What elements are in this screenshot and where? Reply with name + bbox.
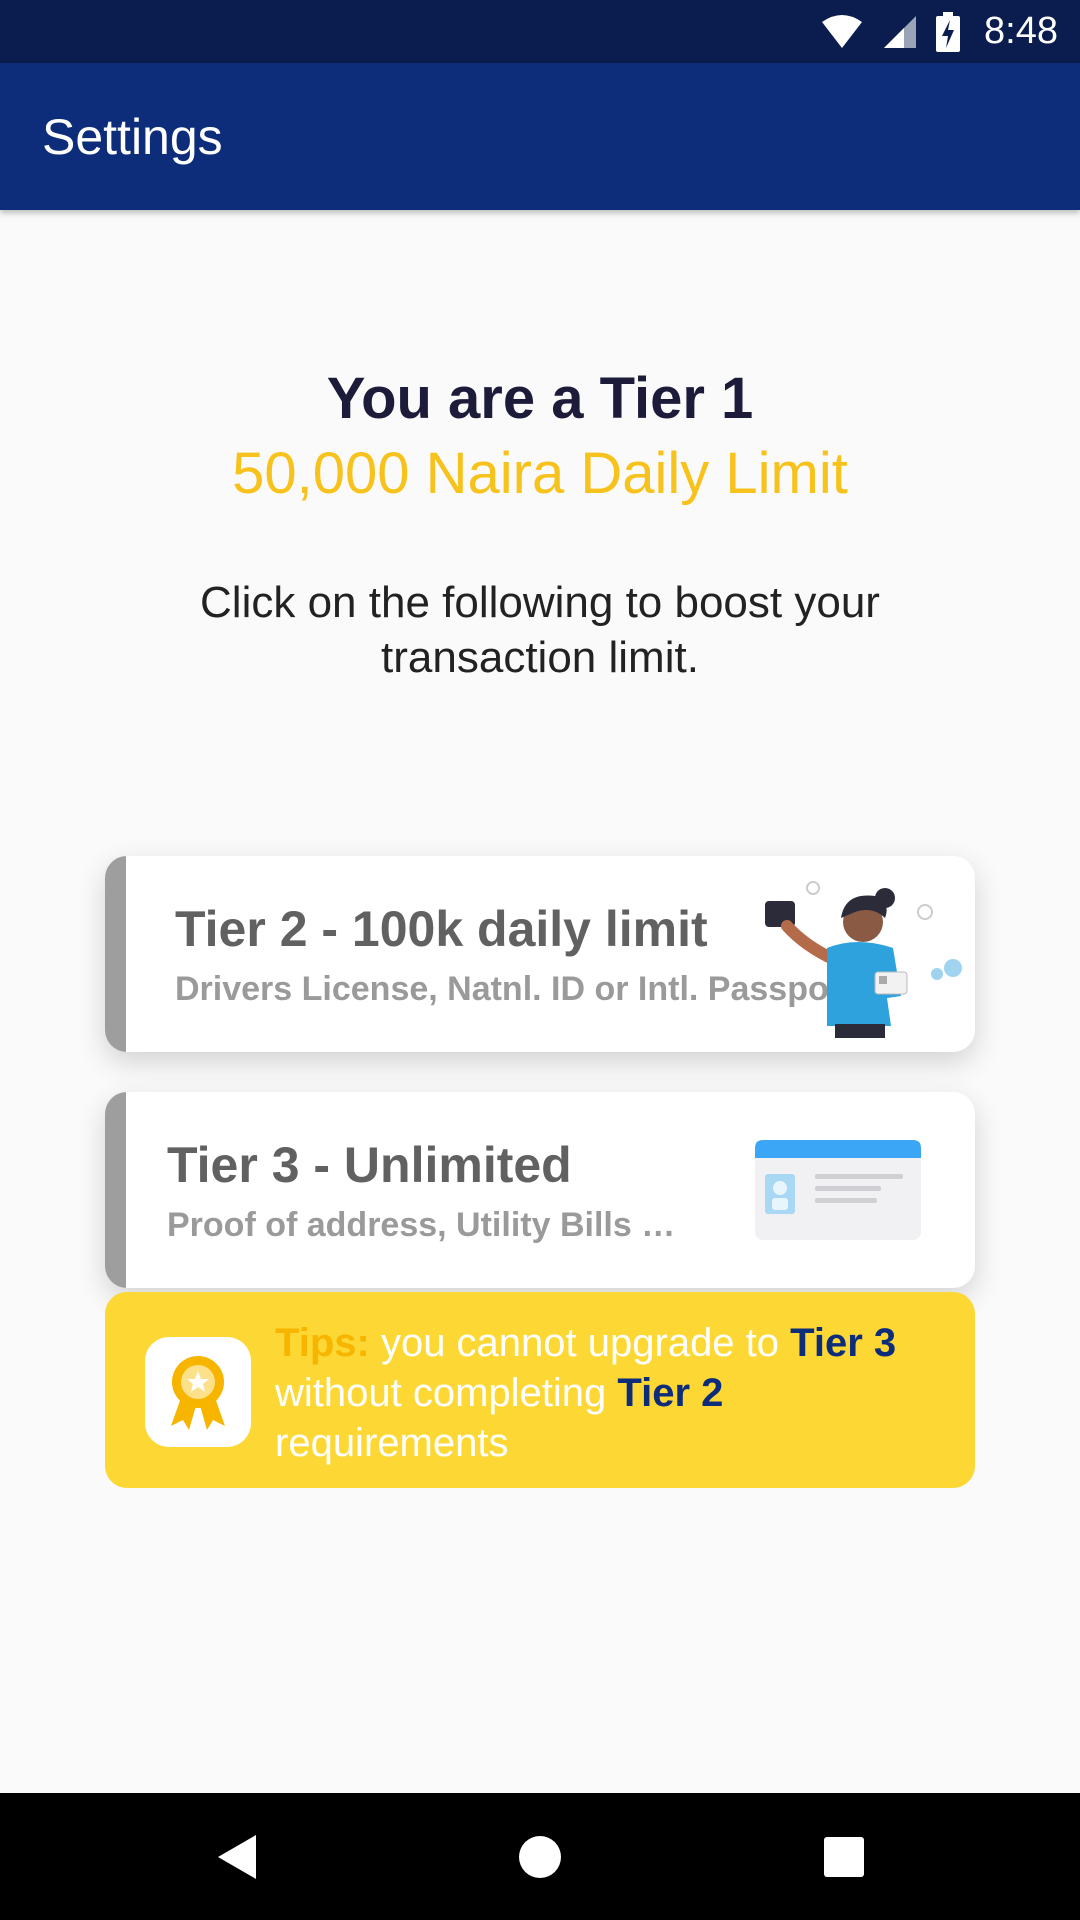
recents-icon	[824, 1836, 864, 1877]
award-ribbon-icon	[145, 1337, 251, 1447]
person-holding-id-illustration	[745, 876, 975, 1046]
status-time: 8:48	[984, 10, 1058, 52]
home-icon	[519, 1835, 561, 1878]
tier-3-title: Tier 3 - Unlimited	[167, 1137, 572, 1193]
home-button[interactable]	[470, 1793, 610, 1920]
tier-2-title: Tier 2 - 100k daily limit	[175, 901, 708, 957]
tips-text-part-3: requirements	[275, 1421, 509, 1465]
tier-2-requirements: Drivers License, Natnl. ID or Intl. Pass…	[175, 970, 829, 1008]
tier-2-card[interactable]: Tier 2 - 100k daily limit Drivers Licens…	[105, 856, 975, 1052]
system-nav-bar	[0, 1793, 1080, 1920]
daily-limit-heading: 50,000 Naira Daily Limit	[232, 441, 848, 506]
tips-text: Tips: you cannot upgrade to Tier 3 witho…	[275, 1318, 925, 1468]
page-title: Settings	[42, 108, 223, 165]
battery-charging-icon	[936, 11, 961, 52]
status-bar: 8:48	[0, 0, 1080, 63]
tips-banner: Tips: you cannot upgrade to Tier 3 witho…	[105, 1292, 975, 1488]
boost-instruction: Click on the following to boost your tra…	[200, 578, 880, 682]
id-card-illustration	[755, 1140, 921, 1240]
tips-tier-3: Tier 3	[790, 1321, 897, 1365]
tier-3-card[interactable]: Tier 3 - Unlimited Proof of address, Uti…	[105, 1092, 975, 1288]
current-tier-heading: You are a Tier 1	[326, 366, 754, 431]
tips-label: Tips:	[275, 1321, 370, 1365]
app-bar: Settings	[0, 63, 1080, 210]
recents-button[interactable]	[774, 1793, 914, 1920]
back-button[interactable]	[166, 1793, 306, 1920]
wifi-icon	[820, 14, 864, 50]
back-icon	[218, 1834, 256, 1879]
tips-text-part-2: without completing	[275, 1371, 618, 1415]
tier-3-requirements: Proof of address, Utility Bills …	[167, 1206, 676, 1244]
cellular-signal-icon	[882, 14, 918, 50]
tips-tier-2: Tier 2	[617, 1371, 724, 1415]
tips-text-part-1: you cannot upgrade to	[369, 1321, 791, 1365]
